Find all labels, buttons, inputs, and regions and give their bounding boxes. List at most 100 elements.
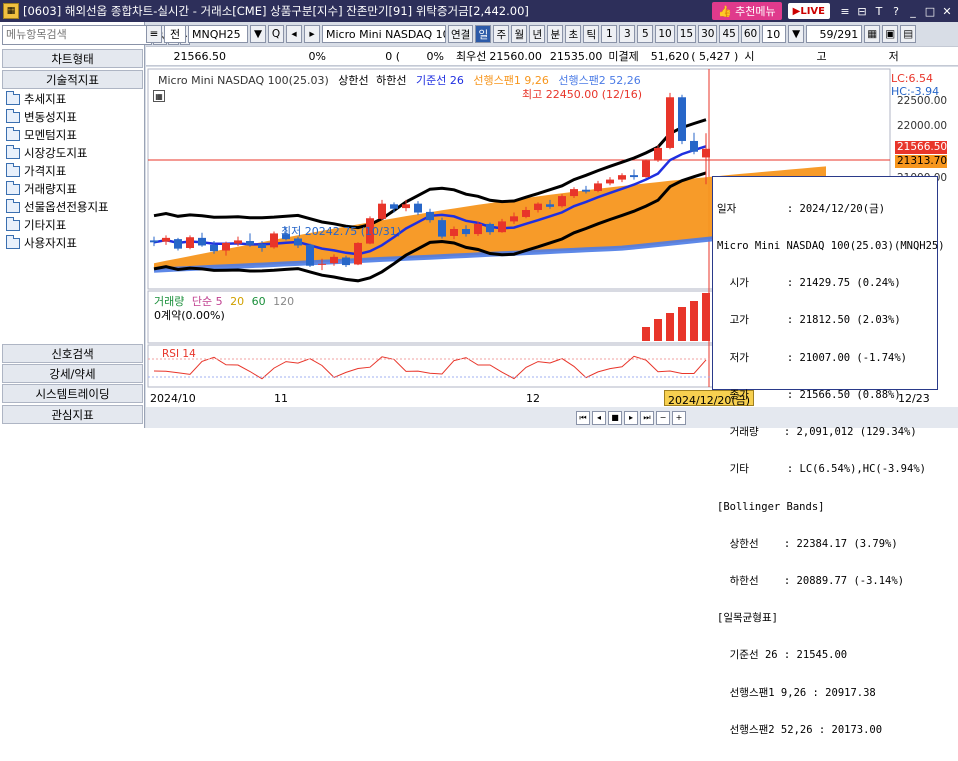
- tree-item[interactable]: 선물옵션전용지표: [6, 198, 109, 216]
- live-button[interactable]: ▶ LIVE: [787, 3, 830, 19]
- indicator-panel: 🔍 ↑ ↓ 차트형태 기술적지표 추세지표 변동성지표 모멘텀지표 시장강도지표…: [0, 22, 191, 428]
- tree-label: 시장강도지표: [24, 146, 88, 160]
- help-icon[interactable]: ?: [889, 4, 903, 18]
- candle-body: [186, 237, 194, 248]
- tree-item[interactable]: 가격지표: [6, 162, 109, 180]
- candle-body: [522, 210, 530, 217]
- candle-body: [270, 233, 278, 248]
- tooltip-line: 기준선 26 : 21545.00: [717, 649, 848, 662]
- period-minute[interactable]: 분: [547, 25, 564, 43]
- tree-label: 모멘텀지표: [24, 128, 77, 142]
- folder-icon: [6, 90, 20, 105]
- table-icon[interactable]: ▦: [153, 90, 165, 102]
- first-icon[interactable]: ⏮: [576, 410, 590, 425]
- change-pct: 0%: [308, 49, 326, 63]
- volume-bar: [666, 313, 674, 341]
- folder-icon: [6, 180, 20, 195]
- maximize-icon[interactable]: □: [923, 4, 937, 18]
- menu-toggle-icon[interactable]: ≡: [146, 25, 162, 43]
- favorite-indicator-button[interactable]: 관심지표: [2, 405, 143, 424]
- interval-45[interactable]: 45: [719, 25, 739, 43]
- period-second[interactable]: 초: [565, 25, 582, 43]
- save-icon[interactable]: ▣: [882, 25, 899, 43]
- period-tick[interactable]: 틱: [583, 25, 600, 43]
- rsi-line: [153, 355, 707, 380]
- candle-body: [570, 189, 578, 197]
- volume-bar: [702, 293, 710, 341]
- tree-item[interactable]: 추세지표: [6, 90, 109, 108]
- tooltip-line: 하한선 : 20889.77 (-3.14%): [717, 575, 905, 587]
- best-bid: 21535.00: [549, 49, 603, 63]
- dropdown-icon[interactable]: ▼: [250, 25, 266, 43]
- interval-60[interactable]: 60: [740, 25, 761, 43]
- link-icon[interactable]: ⊟: [855, 4, 869, 18]
- candle-body: [150, 240, 158, 243]
- interval-dropdown-icon[interactable]: ▼: [788, 25, 805, 43]
- tree-label: 추세지표: [24, 92, 67, 106]
- tree-item[interactable]: 변동성지표: [6, 108, 109, 126]
- volume-legend-60: 60: [251, 295, 266, 308]
- period-week[interactable]: 주: [493, 25, 510, 43]
- tooltip-line: 종가 : 21566.50 (0.88%): [717, 388, 901, 401]
- tooltip-line: [일목균형표]: [717, 612, 778, 625]
- volume-bar: [690, 301, 698, 341]
- interval-15[interactable]: 15: [676, 25, 697, 43]
- symbol-name: Micro Mini NASDAQ 10: [322, 25, 446, 43]
- settings-icon[interactable]: ▤: [900, 25, 917, 43]
- volume-pct: 0%: [426, 49, 444, 63]
- system-trading-button[interactable]: 시스템트레이딩: [2, 384, 143, 403]
- next-icon[interactable]: ▸: [624, 410, 638, 425]
- period-year[interactable]: 년: [529, 25, 546, 43]
- interval-10[interactable]: 10: [655, 25, 675, 43]
- grid-icon[interactable]: ▦: [864, 25, 881, 43]
- technical-indicator-button[interactable]: 기술적지표: [2, 70, 143, 89]
- interval-1[interactable]: 1: [601, 25, 618, 43]
- unsettled-change: ( 5,427 ): [691, 49, 739, 63]
- minimize-icon[interactable]: _: [906, 4, 920, 18]
- bull-bear-button[interactable]: 강세/약세: [2, 364, 143, 383]
- period-month[interactable]: 월: [511, 25, 528, 43]
- prev-icon[interactable]: ◂: [286, 25, 302, 43]
- interval-3[interactable]: 3: [619, 25, 636, 43]
- recommend-menu-button[interactable]: 👍 추천메뉴: [711, 2, 782, 20]
- candle-body: [198, 237, 206, 246]
- title-bar: ▦ [0603] 해외선옵 종합차트-실시간 - 거래소[CME] 상품구분[지…: [0, 0, 958, 22]
- indicator-tree: 추세지표 변동성지표 모멘텀지표 시장강도지표 가격지표 거래량지표 선물옵션전…: [6, 90, 109, 252]
- link-button[interactable]: 연결: [448, 25, 474, 43]
- period-day[interactable]: 일: [475, 25, 492, 43]
- close-icon[interactable]: ✕: [940, 4, 954, 18]
- candle-body: [318, 263, 326, 265]
- interval-30[interactable]: 30: [698, 25, 718, 43]
- text-size-icon[interactable]: T: [872, 4, 886, 18]
- candle-body: [306, 244, 314, 266]
- tree-item[interactable]: 사용자지표: [6, 234, 109, 252]
- page-counter: 59/291: [806, 25, 863, 43]
- last-icon[interactable]: ⏭: [640, 410, 654, 425]
- menu-icon[interactable]: ≡: [838, 4, 852, 18]
- next-icon[interactable]: ▸: [304, 25, 320, 43]
- chart-type-button[interactable]: 차트형태: [2, 49, 143, 68]
- stop-icon[interactable]: ■: [608, 410, 622, 425]
- candle-body: [294, 238, 302, 246]
- tree-item[interactable]: 모멘텀지표: [6, 126, 109, 144]
- folder-icon: [6, 144, 20, 159]
- prev-icon[interactable]: ◂: [592, 410, 606, 425]
- play-icon: ▶: [792, 5, 801, 17]
- search-icon[interactable]: Q: [268, 25, 284, 43]
- zoom-out-icon[interactable]: −: [656, 410, 670, 425]
- tooltip-line: 시가 : 21429.75 (0.24%): [717, 277, 901, 290]
- menu-search-input[interactable]: [2, 25, 152, 45]
- tree-label: 선물옵션전용지표: [24, 200, 109, 214]
- interval-5[interactable]: 5: [637, 25, 654, 43]
- signal-search-button[interactable]: 신호검색: [2, 344, 143, 363]
- tooltip-line: 선행스팬1 9,26 : 20917.38: [717, 686, 876, 699]
- symbol-input[interactable]: MNQH25: [188, 25, 248, 43]
- candle-body: [354, 242, 362, 265]
- unsettled-label: 미결제: [608, 50, 639, 63]
- tree-item[interactable]: 기타지표: [6, 216, 109, 234]
- zoom-in-icon[interactable]: +: [672, 410, 686, 425]
- tree-item[interactable]: 거래량지표: [6, 180, 109, 198]
- legend-name: Micro Mini NASDAQ 100(25.03): [158, 74, 329, 87]
- tree-item[interactable]: 시장강도지표: [6, 144, 109, 162]
- interval-input[interactable]: 10: [762, 25, 787, 43]
